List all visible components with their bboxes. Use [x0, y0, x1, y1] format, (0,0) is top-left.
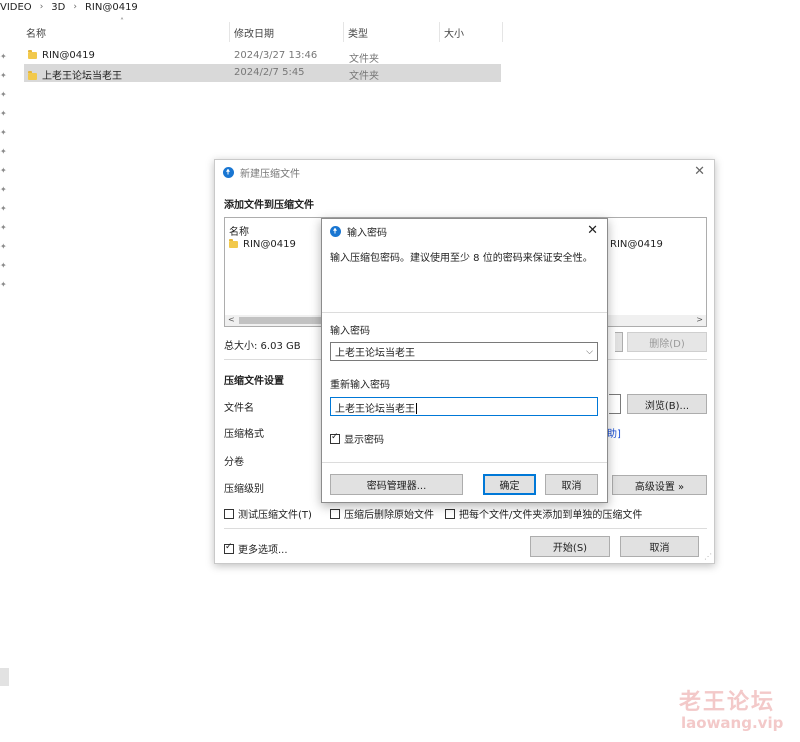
pin-icon: ✦ — [0, 242, 7, 251]
section-settings: 压缩文件设置 — [224, 376, 284, 387]
advanced-settings-button[interactable]: 高级设置 » — [612, 475, 707, 495]
label-format: 压缩格式 — [224, 429, 264, 440]
scroll-thumb[interactable] — [239, 317, 329, 324]
list-item[interactable]: RIN@0419 — [610, 239, 663, 250]
breadcrumb-item-current[interactable]: RIN@0419 — [85, 2, 138, 13]
file-type-cell: 文件夹 — [349, 71, 379, 82]
close-icon[interactable]: ✕ — [587, 223, 598, 238]
file-type-cell: 文件夹 — [349, 54, 379, 65]
checkbox-box[interactable] — [330, 432, 340, 444]
filename-field-edge[interactable] — [609, 394, 621, 414]
dialog-title: 输入密码 — [347, 227, 387, 239]
delete-source-checkbox[interactable]: 压缩后删除原始文件 — [330, 506, 434, 521]
pin-icon: ✦ — [0, 147, 7, 156]
column-header-modified[interactable]: 修改日期 — [230, 22, 344, 42]
password-value: 上老王论坛当老王 — [335, 348, 415, 359]
test-archive-checkbox[interactable]: 测试压缩文件(T) — [224, 506, 312, 521]
list-item[interactable]: RIN@0419 — [229, 239, 296, 250]
resize-grip-icon[interactable]: ⋰ — [704, 552, 712, 561]
watermark-url: laowang.vip — [681, 714, 784, 732]
chevron-right-icon: › — [73, 2, 77, 12]
browse-button[interactable]: 浏览(B)... — [627, 394, 707, 414]
dialog-title: 新建压缩文件 — [240, 168, 300, 180]
pin-icon: ✦ — [0, 204, 7, 213]
app-icon — [223, 166, 234, 178]
folder-icon — [229, 239, 238, 248]
list-header-name[interactable]: 名称 — [229, 223, 249, 238]
app-icon — [330, 225, 341, 237]
file-modified-cell: 2024/2/7 5:45 — [234, 67, 305, 78]
pin-icon: ✦ — [0, 166, 7, 175]
pin-icon: ✦ — [0, 128, 7, 137]
password-manager-button[interactable]: 密码管理器... — [330, 474, 463, 495]
arrow-right-icon[interactable]: > — [696, 315, 703, 324]
file-modified-cell: 2024/3/27 13:46 — [234, 50, 318, 61]
checkbox-box[interactable] — [445, 508, 455, 519]
delete-button[interactable]: 删除(D) — [627, 332, 707, 352]
checkbox-box[interactable] — [224, 508, 234, 519]
label-password: 输入密码 — [330, 326, 370, 337]
folder-icon — [28, 71, 37, 80]
cancel-button[interactable]: 取消 — [545, 474, 598, 495]
breadcrumb: VIDEO › 3D › RIN@0419 — [0, 0, 138, 14]
pin-icon: ✦ — [0, 90, 7, 99]
chevron-down-icon[interactable]: ⌵ — [586, 347, 593, 357]
password-dialog: 输入密码 ✕ 输入压缩包密码。建议使用至少 8 位的密码来保证安全性。 输入密码… — [321, 218, 608, 503]
repeat-password-input[interactable]: 上老王论坛当老王 — [330, 397, 598, 416]
divider — [224, 528, 707, 529]
close-icon[interactable]: ✕ — [694, 164, 705, 179]
pin-icon: ✦ — [0, 109, 7, 118]
checkbox-box[interactable] — [224, 542, 234, 554]
pin-icon: ✦ — [0, 261, 7, 270]
file-name-cell: RIN@0419 — [28, 50, 95, 61]
show-password-checkbox[interactable]: 显示密码 — [330, 431, 384, 446]
total-size: 总大小: 6.03 GB — [224, 341, 301, 352]
pin-icon: ✦ — [0, 223, 7, 232]
file-name-cell: 上老王论坛当老王 — [28, 67, 122, 82]
separate-archives-checkbox[interactable]: 把每个文件/文件夹添加到单独的压缩文件 — [445, 506, 642, 521]
pin-icon: ✦ — [0, 52, 7, 61]
pin-icon: ✦ — [0, 71, 7, 80]
dialog-titlebar[interactable]: 输入密码 — [322, 219, 607, 243]
scroll-nub[interactable] — [0, 668, 9, 686]
breadcrumb-item-3d[interactable]: 3D — [51, 2, 65, 13]
divider — [322, 312, 607, 313]
arrow-left-icon[interactable]: < — [228, 315, 235, 324]
breadcrumb-item-video[interactable]: VIDEO — [0, 2, 32, 13]
file-row-selected[interactable]: 上老王论坛当老王 2024/2/7 5:45 文件夹 — [24, 64, 501, 82]
checkbox-box[interactable] — [330, 508, 340, 519]
column-header-size[interactable]: 大小 — [440, 22, 503, 42]
column-header-type[interactable]: 类型 — [344, 22, 440, 42]
divider — [322, 462, 607, 463]
dialog-titlebar[interactable]: 新建压缩文件 — [215, 160, 714, 184]
file-row[interactable]: RIN@0419 2024/3/27 13:46 文件夹 — [24, 47, 501, 65]
repeat-password-value: 上老王论坛当老王 — [335, 404, 415, 415]
password-combo[interactable]: 上老王论坛当老王 ⌵ — [330, 342, 598, 361]
text-caret — [416, 403, 417, 414]
section-add-files: 添加文件到压缩文件 — [224, 200, 314, 211]
pin-icon: ✦ — [0, 185, 7, 194]
password-hint: 输入压缩包密码。建议使用至少 8 位的密码来保证安全性。 — [330, 253, 593, 264]
label-volume: 分卷 — [224, 457, 244, 468]
folder-icon — [28, 50, 37, 59]
start-button[interactable]: 开始(S) — [530, 536, 610, 557]
label-filename: 文件名 — [224, 403, 254, 414]
more-options-checkbox[interactable]: 更多选项... — [224, 541, 288, 556]
label-level: 压缩级别 — [224, 484, 264, 495]
label-repeat-password: 重新输入密码 — [330, 380, 390, 391]
chevron-right-icon: › — [39, 2, 44, 12]
column-header-name[interactable]: 名称 — [22, 22, 230, 42]
add-button-edge[interactable] — [615, 332, 623, 352]
ok-button[interactable]: 确定 — [483, 474, 536, 495]
pin-icon: ✦ — [0, 280, 7, 289]
format-help-link[interactable]: 助] — [607, 425, 621, 440]
watermark-text: 老王论坛 — [679, 690, 776, 715]
cancel-button[interactable]: 取消 — [620, 536, 699, 557]
